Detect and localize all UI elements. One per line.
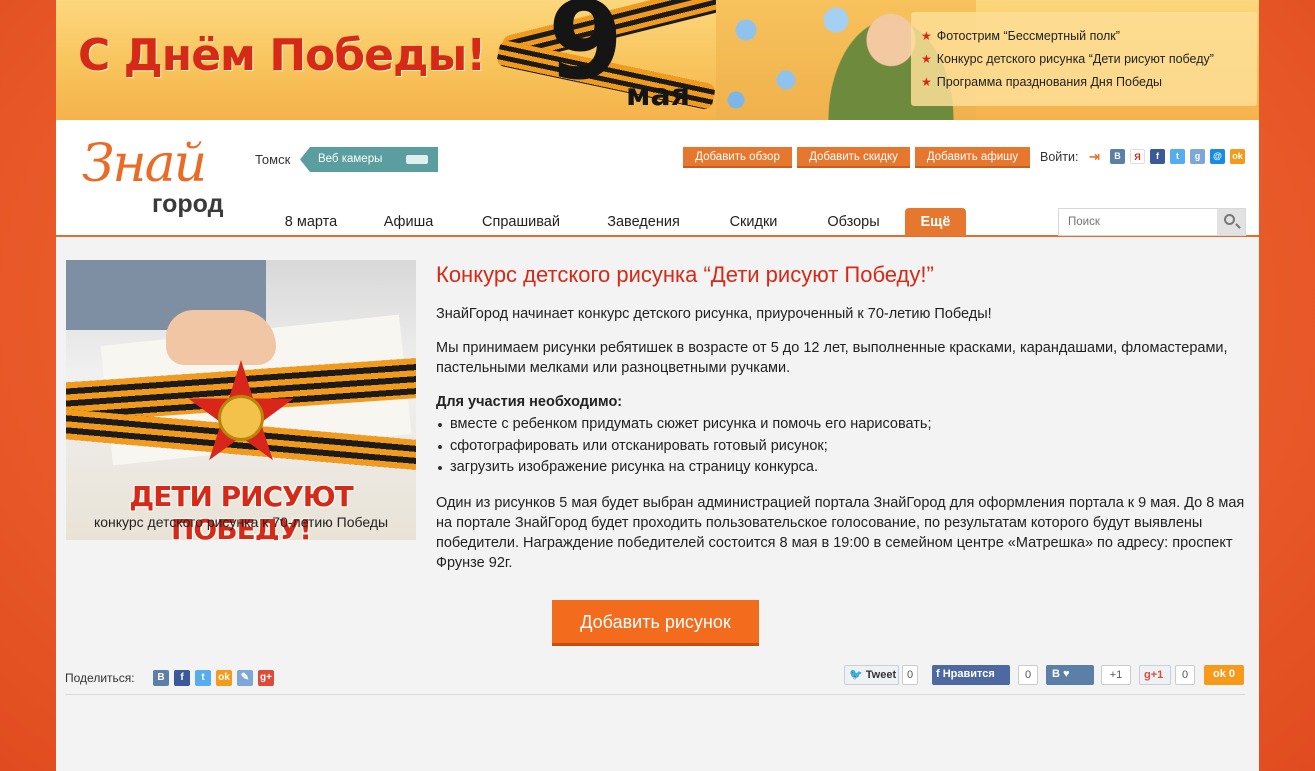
- twitter-icon: 🐦: [849, 669, 863, 681]
- list-item: вместе с ребенком придумать сюжет рисунк…: [436, 414, 1246, 436]
- victory-day-banner[interactable]: С Днём Победы! 9 мая ★ Фотострим “Бессмер…: [56, 0, 1259, 120]
- banner-link-photostream[interactable]: ★ Фотострим “Бессмертный полк”: [921, 26, 1247, 49]
- nav-item-places[interactable]: Заведения: [591, 208, 696, 236]
- banner-links: ★ Фотострим “Бессмертный полк” ★ Конкурс д…: [911, 12, 1257, 106]
- facebook-like-count: 0: [1018, 665, 1038, 685]
- facebook-icon[interactable]: f: [174, 670, 190, 686]
- site-header: Знай город Томск Веб камеры Добавить обз…: [56, 120, 1259, 237]
- banner-link-program[interactable]: ★ Программа празднования Дня Победы: [921, 72, 1247, 95]
- logo-word-text: город: [152, 190, 224, 218]
- nav-item-reviews[interactable]: Обзоры: [811, 208, 896, 236]
- banner-month: мая: [626, 78, 691, 113]
- promo-subtitle: конкурс детского рисунка к 70-летию Побе…: [93, 514, 389, 530]
- add-discount-button[interactable]: Добавить скидку: [797, 147, 910, 168]
- nav-item-discounts[interactable]: Скидки: [716, 208, 791, 236]
- google-plus-icon[interactable]: g+: [258, 670, 274, 686]
- odnoklassniki-icon[interactable]: ok: [216, 670, 232, 686]
- vk-like-count: +1: [1101, 665, 1131, 685]
- twitter-icon[interactable]: t: [195, 670, 211, 686]
- city-selector[interactable]: Томск: [255, 152, 290, 167]
- tweet-count: 0: [902, 665, 918, 685]
- divider: [65, 694, 1245, 695]
- login-icon[interactable]: ⇥: [1087, 149, 1102, 164]
- article-intro: ЗнайГород начинает конкурс детского рису…: [436, 306, 992, 322]
- article-paragraph: Мы принимаем рисунки ребятишек в возраст…: [436, 340, 1228, 376]
- nav-item-ask[interactable]: Спрашивай: [466, 208, 576, 236]
- twitter-icon[interactable]: t: [1170, 149, 1185, 164]
- camera-icon: [406, 155, 428, 164]
- article: Конкурс детского рисунка “Дети рисуют По…: [436, 262, 1246, 587]
- article-paragraph: Один из рисунков 5 мая будет выбран адми…: [436, 494, 1245, 571]
- tweet-button[interactable]: 🐦 Tweet: [844, 665, 899, 685]
- search-box: [1058, 208, 1246, 236]
- mailru-icon[interactable]: @: [1210, 149, 1225, 164]
- vk-like-button[interactable]: В ♥: [1046, 665, 1094, 685]
- facebook-like-button[interactable]: f Нравится: [932, 665, 1010, 685]
- google-plus-icon: g: [1144, 669, 1151, 681]
- banner-link-contest[interactable]: ★ Конкурс детского рисунка “Дети рисуют п…: [921, 49, 1247, 72]
- star-icon: ★: [921, 29, 932, 43]
- hammer-sickle-medallion-icon: [218, 395, 264, 441]
- webcams-button[interactable]: Веб камеры: [300, 147, 438, 172]
- star-icon: ★: [921, 75, 932, 89]
- odnoklassniki-icon: ok: [1212, 668, 1226, 680]
- login-label: Войти:: [1040, 150, 1079, 164]
- search-input[interactable]: [1059, 209, 1217, 235]
- facebook-icon: f: [936, 668, 940, 680]
- requirements-list: вместе с ребенком придумать сюжет рисунк…: [436, 414, 1246, 479]
- page-content: Знай город Томск Веб камеры Добавить обз…: [56, 120, 1259, 771]
- star-icon: ★: [921, 52, 932, 66]
- list-item: сфотографировать или отсканировать готов…: [436, 436, 1246, 458]
- banner-day: 9: [548, 0, 624, 104]
- promo-hand: [166, 310, 276, 365]
- add-poster-button[interactable]: Добавить афишу: [915, 147, 1030, 168]
- logo-script-text: Знай: [82, 134, 207, 194]
- heart-icon: ♥: [1063, 668, 1070, 680]
- search-icon: [1224, 214, 1235, 225]
- livejournal-icon[interactable]: ✎: [237, 670, 253, 686]
- add-review-button[interactable]: Добавить обзор: [683, 147, 792, 168]
- webcams-label: Веб камеры: [318, 153, 383, 165]
- article-title: Конкурс детского рисунка “Дети рисуют По…: [436, 262, 934, 287]
- google-icon[interactable]: g: [1190, 149, 1205, 164]
- share-label: Поделиться:: [65, 671, 135, 685]
- google-plus-count: 0: [1175, 665, 1195, 685]
- nav-item-more[interactable]: Ещё: [905, 208, 966, 236]
- list-item: загрузить изображение рисунка на страниц…: [436, 457, 1246, 479]
- nav-item-march8[interactable]: 8 марта: [266, 208, 356, 236]
- nav-item-afisha[interactable]: Афиша: [371, 208, 446, 236]
- search-button[interactable]: [1217, 209, 1245, 235]
- yandex-icon[interactable]: Я: [1130, 149, 1145, 164]
- site-logo[interactable]: Знай город: [78, 134, 248, 224]
- add-drawing-button[interactable]: Добавить рисунок: [552, 600, 759, 646]
- vk-icon[interactable]: В: [1110, 149, 1125, 164]
- requirements-title: Для участия необходимо:: [436, 394, 623, 410]
- banner-title: С Днём Победы!: [78, 30, 486, 81]
- promo-title: ДЕТИ РИСУЮТ ПОБЕДУ!: [129, 480, 353, 540]
- contest-promo-image: ДЕТИ РИСУЮТ ПОБЕДУ! конкурс детского рис…: [66, 260, 416, 540]
- google-plus-button[interactable]: g+1: [1139, 665, 1171, 685]
- facebook-icon[interactable]: f: [1150, 149, 1165, 164]
- odnoklassniki-share-button[interactable]: ok 0: [1204, 665, 1244, 685]
- odnoklassniki-icon[interactable]: ok: [1230, 149, 1245, 164]
- vk-icon[interactable]: В: [153, 670, 169, 686]
